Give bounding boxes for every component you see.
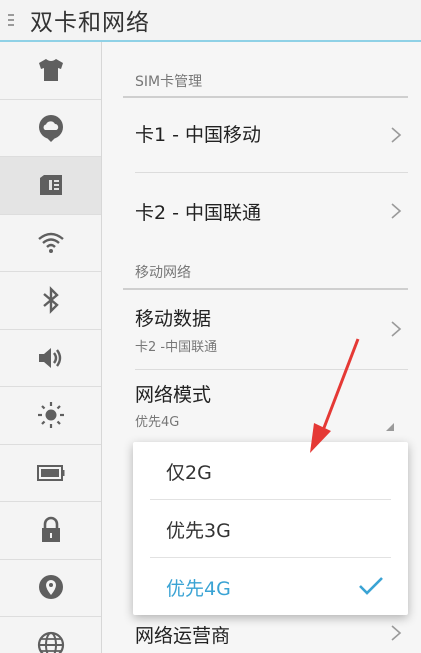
sidebar-item-display[interactable] — [0, 387, 101, 445]
option-prefer-3g[interactable]: 优先3G — [133, 500, 408, 557]
sim-card-icon — [39, 175, 62, 196]
title-bar: 双卡和网络 — [0, 0, 421, 42]
sidebar-item-bluetooth[interactable] — [0, 272, 101, 330]
sidebar-item-dual-sim[interactable] — [0, 157, 101, 215]
network-operator-row[interactable]: 网络运营商 — [123, 612, 408, 653]
option-label: 优先4G — [166, 578, 231, 600]
chevron-right-icon — [391, 127, 402, 143]
annotation-arrow-icon — [310, 338, 360, 453]
location-icon — [38, 574, 63, 599]
option-label: 优先3G — [166, 520, 231, 542]
lock-icon — [41, 516, 60, 543]
option-label: 仅2G — [166, 462, 212, 484]
option-prefer-4g[interactable]: 优先4G — [133, 558, 408, 615]
sidebar-item-battery[interactable] — [0, 445, 101, 502]
sim-card1-label: 卡1 - 中国移动 — [135, 124, 262, 146]
wifi-icon — [37, 232, 64, 253]
sidebar-item-wifi[interactable] — [0, 215, 101, 272]
globe-icon — [37, 632, 64, 653]
network-mode-value: 优先4G — [135, 415, 180, 430]
section-header-mobile: 移动网络 — [135, 265, 191, 281]
page-title: 双卡和网络 — [30, 10, 150, 36]
sidebar — [0, 42, 102, 653]
chevron-right-icon — [391, 203, 402, 219]
network-mode-label: 网络模式 — [135, 384, 212, 406]
sidebar-item-globe[interactable] — [0, 617, 101, 653]
sim-card2-label: 卡2 - 中国联通 — [135, 202, 262, 224]
sidebar-item-theme[interactable] — [0, 42, 101, 100]
shirt-icon — [38, 59, 63, 82]
battery-icon — [36, 464, 64, 481]
sim-card2-row[interactable]: 卡2 - 中国联通 — [123, 173, 408, 235]
network-mode-dropdown: 仅2G 优先3G 优先4G — [133, 442, 408, 615]
sidebar-item-cloud[interactable] — [0, 100, 101, 157]
sim-card1-row[interactable]: 卡1 - 中国移动 — [123, 98, 408, 173]
mobile-data-value: 卡2 -中国联通 — [135, 340, 218, 355]
mobile-data-label: 移动数据 — [135, 308, 212, 330]
sidebar-item-security[interactable] — [0, 502, 101, 560]
sidebar-item-location[interactable] — [0, 560, 101, 617]
network-operator-label: 网络运营商 — [135, 625, 231, 647]
checkmark-icon — [359, 577, 383, 595]
volume-icon — [38, 347, 61, 368]
sidebar-item-sound[interactable] — [0, 330, 101, 387]
chevron-right-icon — [391, 625, 402, 641]
section-header-sim: SIM卡管理 — [135, 74, 203, 90]
dropdown-triangle-icon — [386, 423, 394, 431]
cloud-icon — [38, 114, 63, 142]
brightness-icon — [37, 402, 64, 429]
bluetooth-icon — [42, 286, 59, 315]
chevron-right-icon — [391, 321, 402, 337]
menu-handle-icon[interactable] — [0, 0, 22, 41]
